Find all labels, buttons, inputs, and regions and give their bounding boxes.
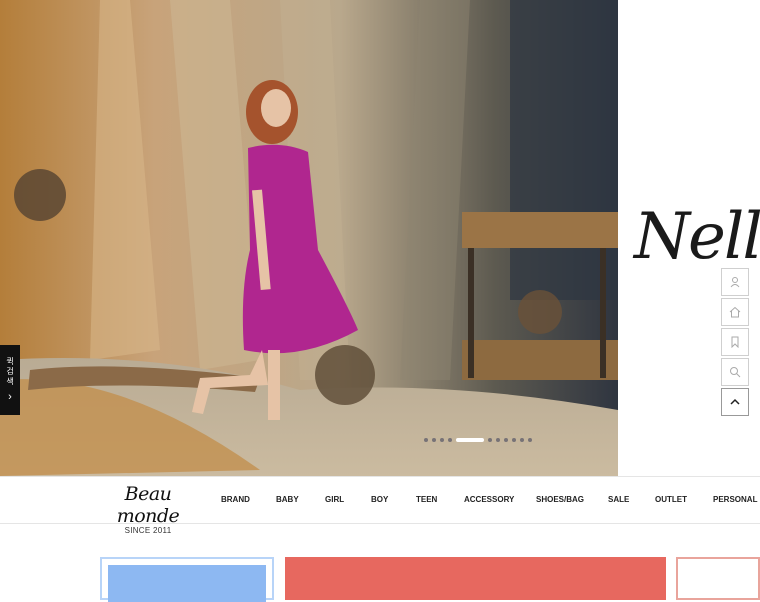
slider-dot[interactable] [520, 438, 524, 442]
slider-dot-active[interactable] [456, 438, 484, 442]
quick-search-label: 퀵검색 [6, 357, 14, 386]
hero-banner[interactable] [0, 0, 618, 476]
slider-dot[interactable] [504, 438, 508, 442]
slider-dot[interactable] [528, 438, 532, 442]
promo-card-3[interactable] [676, 557, 760, 600]
chevron-right-icon: › [8, 391, 12, 403]
nav-item-baby[interactable]: BABY [276, 495, 299, 504]
hero-image [0, 0, 618, 476]
slider-dot[interactable] [448, 438, 452, 442]
site-logo[interactable]: Beau monde SINCE 2011 [100, 483, 196, 535]
slider-dot[interactable] [488, 438, 492, 442]
logo-since: SINCE 2011 [124, 526, 172, 535]
slider-dot[interactable] [512, 438, 516, 442]
nav-menu: BRAND BABY GIRL BOY TEEN ACCESSORY SHOES… [0, 495, 760, 507]
next-slide-script-title: Nell [634, 200, 760, 274]
slider-dot[interactable] [424, 438, 428, 442]
search-icon[interactable] [721, 358, 749, 386]
slider-pagination [424, 438, 532, 442]
quick-menu [721, 268, 749, 416]
nav-item-boy[interactable]: BOY [371, 495, 388, 504]
nav-item-shoes-bag[interactable]: SHOES/BAG [536, 495, 584, 504]
nav-item-outlet[interactable]: OUTLET [655, 495, 687, 504]
slider-dot[interactable] [440, 438, 444, 442]
chevron-up-icon [730, 398, 740, 405]
promo-card-1[interactable] [100, 557, 274, 602]
quick-search-tab[interactable]: 퀵검색 › [0, 345, 20, 415]
nav-item-sale[interactable]: SALE [608, 495, 629, 504]
nav-item-personal[interactable]: PERSONAL [713, 495, 757, 504]
slider-dot[interactable] [496, 438, 500, 442]
user-icon[interactable] [721, 268, 749, 296]
main-navigation: Beau monde SINCE 2011 BRAND BABY GIRL BO… [0, 476, 760, 535]
promo-card-1-fill [108, 565, 266, 602]
home-icon[interactable] [721, 298, 749, 326]
nav-item-teen[interactable]: TEEN [416, 495, 437, 504]
nav-item-brand[interactable]: BRAND [221, 495, 250, 504]
scroll-top-button[interactable] [721, 388, 749, 416]
nav-item-accessory[interactable]: ACCESSORY [464, 495, 514, 504]
promo-card-2[interactable] [285, 557, 666, 600]
bookmark-icon[interactable] [721, 328, 749, 356]
slider-dot[interactable] [432, 438, 436, 442]
promo-cards [0, 557, 760, 602]
nav-item-girl[interactable]: GIRL [325, 495, 344, 504]
